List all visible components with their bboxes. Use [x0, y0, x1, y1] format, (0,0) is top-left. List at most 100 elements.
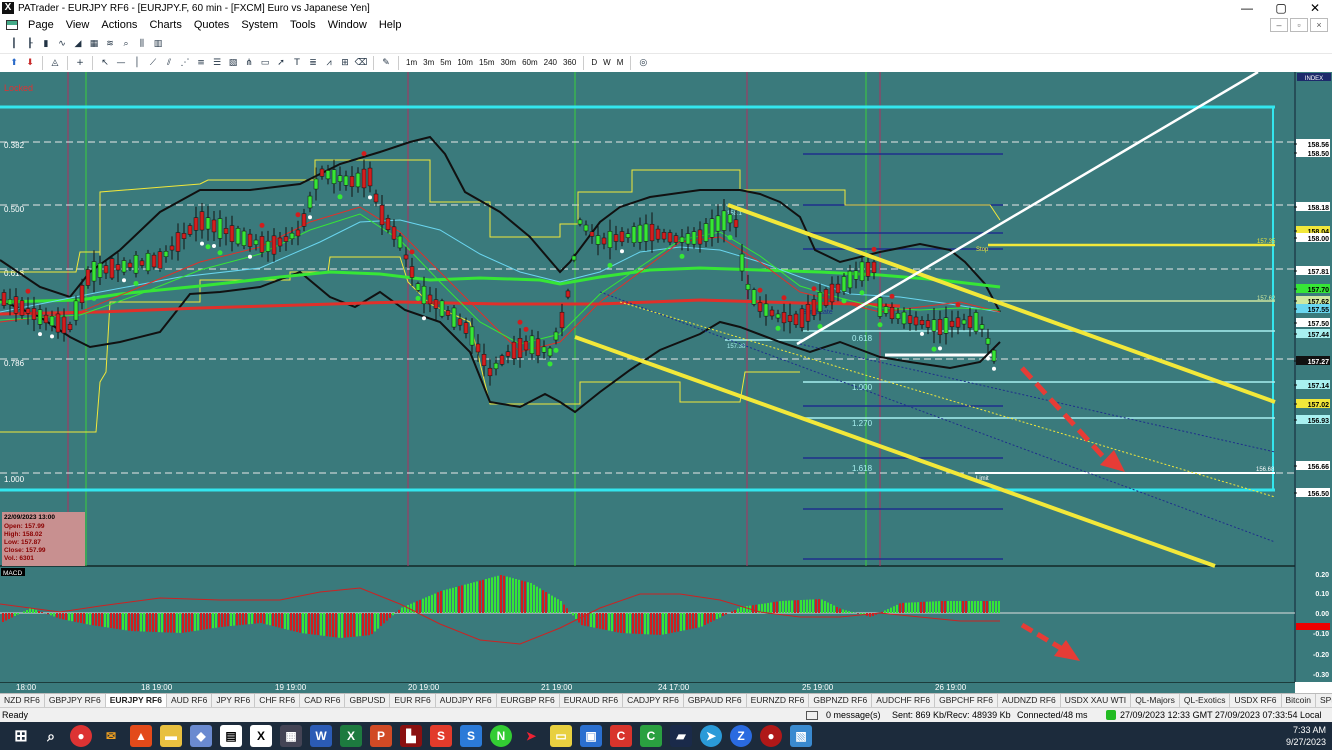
horizontal-line-icon[interactable]: —: [114, 56, 128, 70]
menu-window[interactable]: Window: [322, 16, 373, 34]
excel-icon[interactable]: X: [340, 725, 362, 747]
fib-extension-icon[interactable]: ☰: [210, 56, 224, 70]
tf-weekly[interactable]: W: [600, 56, 614, 70]
menu-tools[interactable]: Tools: [284, 16, 322, 34]
line-chart-icon[interactable]: ∿: [55, 37, 69, 51]
mdi-minimize-button[interactable]: –: [1270, 18, 1288, 32]
tf-60m[interactable]: 60m: [519, 56, 541, 70]
menu-actions[interactable]: Actions: [95, 16, 143, 34]
symbol-tab[interactable]: AUD RF6: [167, 694, 213, 707]
tf-10m[interactable]: 10m: [454, 56, 476, 70]
grid-chart-icon[interactable]: ▦: [87, 37, 101, 51]
search-icon[interactable]: ⌕: [40, 725, 62, 747]
ohlc-chart-icon[interactable]: ┠: [23, 37, 37, 51]
symbol-tab[interactable]: SP500: [1316, 694, 1332, 707]
symbol-tab[interactable]: CADJPY RF6: [623, 694, 684, 707]
fib-retracement-icon[interactable]: ≡: [194, 56, 208, 70]
symbol-tab[interactable]: USDX RF6: [1230, 694, 1282, 707]
menu-charts[interactable]: Charts: [143, 16, 187, 34]
telegram-icon[interactable]: ➤: [700, 725, 722, 747]
chart-template-icon[interactable]: ◬: [48, 56, 62, 70]
s-blue-icon[interactable]: S: [460, 725, 482, 747]
powerpoint-icon[interactable]: P: [370, 725, 392, 747]
symbol-tab[interactable]: EUR RF6: [390, 694, 436, 707]
patrader-app-icon[interactable]: X: [250, 725, 272, 747]
symbol-tab[interactable]: EURNZD RF6: [747, 694, 810, 707]
chart-page-icon[interactable]: [6, 20, 18, 30]
sync-icon[interactable]: ◎: [636, 56, 650, 70]
notes-icon[interactable]: ◆: [190, 725, 212, 747]
fib-fan-icon[interactable]: ⋰: [178, 56, 192, 70]
menu-page[interactable]: Page: [22, 16, 60, 34]
acrobat-icon[interactable]: ▙: [400, 725, 422, 747]
s-red-icon[interactable]: S: [430, 725, 452, 747]
compare-chart-icon[interactable]: ⫼: [135, 37, 149, 51]
maximize-button[interactable]: ▢: [1264, 0, 1298, 16]
rectangle-icon[interactable]: ▭: [258, 56, 272, 70]
symbol-tab[interactable]: CHF RF6: [255, 694, 301, 707]
word-icon[interactable]: W: [310, 725, 332, 747]
symbol-tab[interactable]: AUDJPY RF6: [436, 694, 497, 707]
monitor-icon[interactable]: ▣: [580, 725, 602, 747]
pen-tool-icon[interactable]: ✎: [379, 56, 393, 70]
symbol-tab[interactable]: QL-Majors: [1131, 694, 1180, 707]
minimize-button[interactable]: —: [1230, 0, 1264, 16]
symbol-tab[interactable]: CAD RF6: [300, 694, 346, 707]
symbol-tab[interactable]: USDX XAU WTI: [1061, 694, 1132, 707]
menu-system[interactable]: System: [235, 16, 284, 34]
symbol-tab[interactable]: GBPNZD RF6: [809, 694, 873, 707]
symbol-tab[interactable]: EURJPY RF6: [105, 694, 167, 707]
tf-1m[interactable]: 1m: [403, 56, 420, 70]
symbol-tab[interactable]: Bitcoin: [1282, 694, 1317, 707]
zoom-chart-icon[interactable]: ⌕: [119, 37, 133, 51]
tf-daily[interactable]: D: [588, 56, 600, 70]
mdi-restore-button[interactable]: ▫: [1290, 18, 1308, 32]
symbol-tab[interactable]: GBPUSD: [345, 694, 391, 707]
windows-start-icon[interactable]: ⊞: [10, 725, 32, 747]
tf-240[interactable]: 240: [541, 56, 560, 70]
system-clock[interactable]: 7:33 AM 9/27/2023: [1286, 724, 1326, 748]
text-tool-icon[interactable]: T: [290, 56, 304, 70]
c-green-icon[interactable]: C: [640, 725, 662, 747]
screen-capture-icon[interactable]: ▧: [790, 725, 812, 747]
tf-15m[interactable]: 15m: [476, 56, 498, 70]
menu-quotes[interactable]: Quotes: [188, 16, 235, 34]
pointer-icon[interactable]: ↖: [98, 56, 112, 70]
symbol-tab[interactable]: AUDCHF RF6: [872, 694, 936, 707]
symbol-tab[interactable]: AUDNZD RF6: [998, 694, 1061, 707]
zoom-icon[interactable]: Z: [730, 725, 752, 747]
chrome-icon[interactable]: ●: [70, 725, 92, 747]
channel-icon[interactable]: ⫽: [162, 56, 176, 70]
cycle-icon[interactable]: ⊞: [338, 56, 352, 70]
vertical-line-icon[interactable]: │: [130, 56, 144, 70]
message-icon[interactable]: [806, 710, 818, 720]
symbol-tab[interactable]: GBPJPY RF6: [45, 694, 106, 707]
sell-order-icon[interactable]: ⬇: [23, 56, 37, 70]
bird-icon[interactable]: ➤: [520, 725, 542, 747]
tf-monthly[interactable]: M: [614, 56, 627, 70]
close-button[interactable]: ✕: [1298, 0, 1332, 16]
indicator-chart-icon[interactable]: ≋: [103, 37, 117, 51]
patrader-chart-icon[interactable]: ▤: [220, 725, 242, 747]
tf-5m[interactable]: 5m: [437, 56, 454, 70]
c-red-icon[interactable]: C: [610, 725, 632, 747]
crosshair-icon[interactable]: +: [73, 56, 87, 70]
calculator-icon[interactable]: ▦: [280, 725, 302, 747]
elliott-icon[interactable]: ⩘: [322, 56, 336, 70]
gann-icon[interactable]: ▧: [226, 56, 240, 70]
record-icon[interactable]: ●: [760, 725, 782, 747]
mail-icon[interactable]: ✉: [100, 725, 122, 747]
bar-chart-icon[interactable]: ┃: [7, 37, 21, 51]
candle-chart-icon[interactable]: ▮: [39, 37, 53, 51]
brave-icon[interactable]: ▲: [130, 725, 152, 747]
folder-icon[interactable]: ▬: [160, 725, 182, 747]
status-messages[interactable]: 0 message(s): [826, 710, 881, 720]
tf-360[interactable]: 360: [560, 56, 579, 70]
sticky-icon[interactable]: ▭: [550, 725, 572, 747]
price-label-icon[interactable]: ≣: [306, 56, 320, 70]
symbol-tab[interactable]: EURAUD RF6: [560, 694, 624, 707]
menu-view[interactable]: View: [60, 16, 96, 34]
menu-help[interactable]: Help: [373, 16, 408, 34]
tf-30m[interactable]: 30m: [498, 56, 520, 70]
tradingview-icon[interactable]: ▰: [670, 725, 692, 747]
